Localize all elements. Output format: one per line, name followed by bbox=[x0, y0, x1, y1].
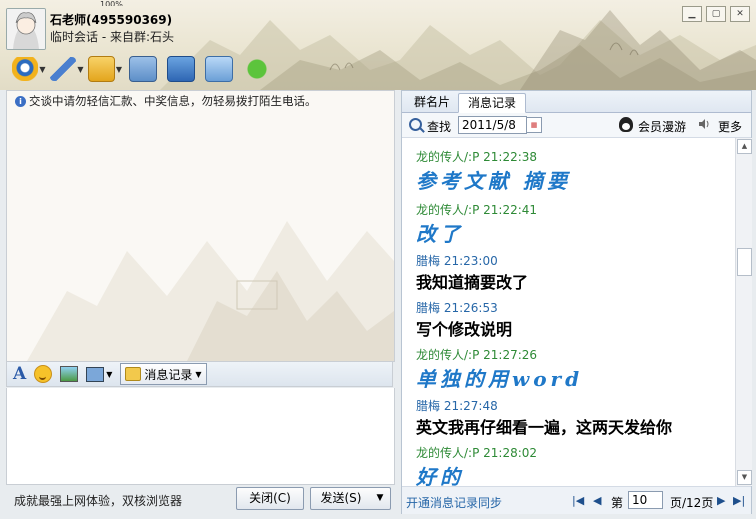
pagination-bar: 开通消息记录同步 |◀ ◀ 第 10 页/12页 ▶ ▶| bbox=[402, 486, 751, 514]
add-friend-button[interactable] bbox=[240, 54, 274, 84]
side-panel: 群名片 消息记录 查找 2011/5/8 ▦ 会员漫游 更多 龙的传人/:P 2… bbox=[401, 90, 752, 514]
date-field[interactable]: 2011/5/8 bbox=[458, 116, 527, 134]
page-prefix: 第 bbox=[611, 496, 624, 510]
voice-call-button[interactable]: ▼ bbox=[50, 54, 84, 84]
record-search-bar: 查找 2011/5/8 ▦ 会员漫游 更多 bbox=[402, 113, 751, 138]
message-text: 好的 bbox=[416, 465, 464, 486]
vip-roaming-link[interactable]: 会员漫游 bbox=[638, 118, 686, 135]
list-item: 龙的传人/:P 21:28:02 好的 bbox=[416, 444, 537, 486]
message-text: 单独的用word bbox=[416, 367, 584, 391]
vertical-scrollbar[interactable]: ▲ ▼ bbox=[735, 138, 752, 486]
remote-assist-button[interactable] bbox=[126, 54, 160, 84]
message-header: 龙的传人/:P 21:27:26 bbox=[416, 348, 538, 362]
microphone-icon bbox=[50, 57, 77, 81]
image-icon[interactable] bbox=[60, 366, 79, 382]
tab-group-card[interactable]: 群名片 bbox=[408, 93, 456, 111]
contact-name: 石老师(495590369) bbox=[50, 13, 173, 27]
send-bar: 成就最强上网体验，双核浏览器 关闭(C) 发送(S) ▼ bbox=[6, 485, 393, 512]
chevron-down-icon: ▼ bbox=[39, 64, 46, 74]
message-input[interactable] bbox=[6, 388, 395, 485]
send-file-button[interactable]: ▼ bbox=[88, 54, 122, 84]
next-page-icon[interactable]: ▶ bbox=[717, 494, 725, 507]
send-button[interactable]: 发送(S) bbox=[310, 487, 372, 510]
side-tabs: 群名片 消息记录 bbox=[402, 91, 751, 113]
speaker-icon[interactable] bbox=[698, 118, 710, 130]
font-format-button[interactable]: A bbox=[13, 364, 26, 384]
monitor-icon bbox=[129, 56, 157, 82]
contact-avatar[interactable] bbox=[6, 8, 46, 50]
window-header: 100% 石老师(495590369) 临时会话 - 来自群:石头 ▁ ▢ ✕ … bbox=[0, 0, 756, 90]
prev-page-icon[interactable]: ◀ bbox=[593, 494, 601, 507]
message-header: 龙的传人/:P 21:22:41 bbox=[416, 203, 538, 217]
last-page-icon[interactable]: ▶| bbox=[733, 494, 745, 507]
add-plus-icon bbox=[244, 57, 270, 81]
contact-card-icon bbox=[167, 56, 195, 82]
close-window-button[interactable]: ✕ bbox=[730, 6, 750, 22]
message-header: 龙的传人/:P 21:22:38 bbox=[416, 150, 538, 164]
scroll-down-button[interactable]: ▼ bbox=[737, 470, 752, 485]
chevron-down-icon[interactable]: ▼ bbox=[106, 370, 112, 379]
list-item: 龙的传人/:P 21:27:26 单独的用word bbox=[416, 346, 583, 392]
security-notice-text: 交谈中请勿轻信汇款、中奖信息，勿轻易拨打陌生电话。 bbox=[29, 94, 317, 108]
message-text: 写个修改说明 bbox=[416, 320, 513, 339]
message-text: 我知道摘要改了 bbox=[416, 273, 529, 292]
scroll-up-button[interactable]: ▲ bbox=[737, 139, 752, 154]
message-text: 参考文献 摘要 bbox=[416, 169, 571, 193]
more-button[interactable]: 更多 bbox=[718, 118, 742, 135]
list-item: 腊梅 21:23:00 我知道摘要改了 bbox=[416, 252, 528, 293]
list-item: 龙的传人/:P 21:22:38 参考文献 摘要 bbox=[416, 148, 571, 194]
minimize-button[interactable]: ▁ bbox=[682, 6, 702, 22]
webcam-icon bbox=[12, 57, 39, 81]
page-number-input[interactable]: 10 bbox=[628, 491, 663, 509]
first-page-icon[interactable]: |◀ bbox=[572, 494, 584, 507]
promo-link[interactable]: 成就最强上网体验，双核浏览器 bbox=[14, 492, 182, 509]
header-toolbar: ▼ ▼ ▼ bbox=[12, 54, 274, 84]
message-record-label: 消息记录 bbox=[144, 367, 193, 382]
message-header: 龙的传人/:P 21:28:02 bbox=[416, 446, 538, 460]
message-header: 腊梅 21:26:53 bbox=[416, 301, 498, 315]
history-icon bbox=[125, 367, 142, 381]
message-record-list: 龙的传人/:P 21:22:38 参考文献 摘要 龙的传人/:P 21:22:4… bbox=[402, 138, 735, 486]
info-icon: i bbox=[15, 95, 26, 107]
list-item: 腊梅 21:27:48 英文我再仔细看一遍，这两天发给你 bbox=[416, 397, 672, 438]
security-notice: i 交谈中请勿轻信汇款、中奖信息，勿轻易拨打陌生电话。 bbox=[15, 93, 317, 109]
folder-icon bbox=[88, 56, 115, 82]
top-strip: 100% bbox=[100, 0, 123, 6]
contact-info-button[interactable] bbox=[164, 54, 198, 84]
apps-grid-icon bbox=[205, 56, 233, 82]
tab-message-record[interactable]: 消息记录 bbox=[458, 93, 526, 113]
search-button[interactable]: 查找 bbox=[427, 118, 451, 135]
calendar-icon[interactable]: ▦ bbox=[526, 117, 542, 133]
ink-painting-watermark bbox=[27, 221, 394, 361]
screenshot-icon[interactable] bbox=[86, 366, 105, 382]
window-controls: ▁ ▢ ✕ bbox=[682, 6, 750, 22]
send-options-button[interactable]: ▼ bbox=[370, 487, 391, 510]
chevron-down-icon: ▼ bbox=[115, 64, 122, 74]
message-text: 改了 bbox=[416, 222, 464, 246]
chevron-down-icon: ▼ bbox=[77, 64, 84, 74]
chat-history-area: i 交谈中请勿轻信汇款、中奖信息，勿轻易拨打陌生电话。 bbox=[6, 90, 395, 362]
list-item: 龙的传人/:P 21:22:41 改了 bbox=[416, 201, 537, 247]
message-header: 腊梅 21:27:48 bbox=[416, 399, 498, 413]
search-icon[interactable] bbox=[409, 118, 422, 131]
chevron-down-icon: ▼ bbox=[195, 369, 202, 379]
maximize-button[interactable]: ▢ bbox=[706, 6, 726, 22]
list-item: 腊梅 21:26:53 写个修改说明 bbox=[416, 299, 512, 340]
format-toolbar: A ▼ 消息记录 ▼ bbox=[6, 361, 393, 387]
message-record-button[interactable]: 消息记录 ▼ bbox=[120, 363, 207, 385]
message-header: 腊梅 21:23:00 bbox=[416, 254, 498, 268]
video-call-button[interactable]: ▼ bbox=[12, 54, 46, 84]
sync-record-link[interactable]: 开通消息记录同步 bbox=[406, 494, 502, 511]
penguin-icon bbox=[619, 117, 633, 132]
close-button[interactable]: 关闭(C) bbox=[236, 487, 304, 510]
message-text: 英文我再仔细看一遍，这两天发给你 bbox=[416, 418, 673, 437]
session-info: 临时会话 - 来自群:石头 bbox=[50, 30, 175, 44]
emoji-icon[interactable] bbox=[34, 365, 53, 383]
scrollbar-thumb[interactable] bbox=[737, 248, 752, 276]
page-total: 页/12页 bbox=[670, 496, 714, 510]
apps-button[interactable] bbox=[202, 54, 236, 84]
